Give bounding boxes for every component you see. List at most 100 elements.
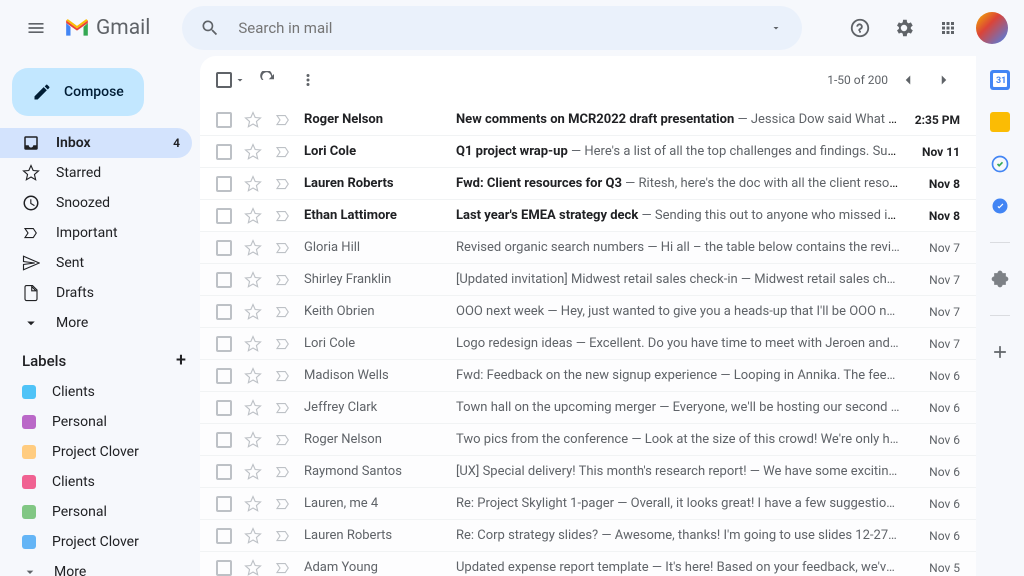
label-item[interactable]: Clients — [0, 377, 200, 407]
sidebar-item-drafts[interactable]: Drafts — [0, 278, 192, 308]
keep-icon[interactable] — [990, 112, 1010, 132]
sidebar-item-inbox[interactable]: Inbox4 — [0, 128, 192, 158]
star-icon[interactable] — [244, 431, 262, 449]
email-list: Roger Nelson New comments on MCR2022 dra… — [200, 104, 976, 576]
row-checkbox[interactable] — [216, 208, 232, 224]
label-item[interactable]: Personal — [0, 407, 200, 437]
star-icon[interactable] — [244, 271, 262, 289]
email-row[interactable]: Roger Nelson New comments on MCR2022 dra… — [200, 104, 976, 136]
star-icon[interactable] — [244, 495, 262, 513]
row-checkbox[interactable] — [216, 432, 232, 448]
star-icon[interactable] — [244, 559, 262, 576]
important-icon[interactable] — [274, 559, 292, 576]
row-checkbox[interactable] — [216, 176, 232, 192]
email-row[interactable]: Shirley Franklin [Updated invitation] Mi… — [200, 264, 976, 296]
important-icon[interactable] — [274, 143, 292, 161]
search-bar[interactable] — [182, 6, 802, 50]
more-actions-button[interactable] — [290, 62, 326, 98]
star-icon[interactable] — [244, 335, 262, 353]
addons-icon[interactable] — [990, 269, 1010, 289]
row-checkbox[interactable] — [216, 144, 232, 160]
row-checkbox[interactable] — [216, 560, 232, 576]
row-checkbox[interactable] — [216, 464, 232, 480]
row-checkbox[interactable] — [216, 240, 232, 256]
contacts-icon[interactable] — [990, 196, 1010, 216]
email-subject: Town hall on the upcoming merger — [456, 400, 656, 415]
prev-page-button[interactable] — [892, 64, 924, 96]
important-icon[interactable] — [274, 495, 292, 513]
tasks-icon[interactable] — [990, 154, 1010, 174]
email-row[interactable]: Lauren, me 4 Re: Project Skylight 1-page… — [200, 488, 976, 520]
label-item[interactable]: Personal — [0, 497, 200, 527]
email-row[interactable]: Adam Young Updated expense report templa… — [200, 552, 976, 576]
sidebar-item-sent[interactable]: Sent — [0, 248, 192, 278]
search-options-icon[interactable] — [758, 22, 794, 34]
star-icon[interactable] — [244, 463, 262, 481]
email-row[interactable]: Lauren Roberts Re: Corp strategy slides?… — [200, 520, 976, 552]
important-icon[interactable] — [274, 175, 292, 193]
search-input[interactable] — [238, 19, 758, 37]
gmail-logo[interactable]: Gmail — [64, 16, 150, 40]
important-icon[interactable] — [274, 239, 292, 257]
important-icon[interactable] — [274, 271, 292, 289]
label-item[interactable]: Clients — [0, 467, 200, 497]
star-icon[interactable] — [244, 175, 262, 193]
important-icon[interactable] — [274, 367, 292, 385]
email-row[interactable]: Raymond Santos [UX] Special delivery! Th… — [200, 456, 976, 488]
select-all-checkbox[interactable] — [216, 72, 246, 88]
star-icon[interactable] — [244, 207, 262, 225]
email-row[interactable]: Ethan Lattimore Last year's EMEA strateg… — [200, 200, 976, 232]
label-item[interactable]: Project Clover — [0, 437, 200, 467]
email-row[interactable]: Madison Wells Fwd: Feedback on the new s… — [200, 360, 976, 392]
important-icon[interactable] — [274, 111, 292, 129]
labels-header: Labels + — [0, 338, 200, 377]
star-icon[interactable] — [244, 111, 262, 129]
calendar-icon[interactable]: 31 — [990, 70, 1010, 90]
row-checkbox[interactable] — [216, 368, 232, 384]
email-row[interactable]: Lori Cole Q1 project wrap-up — Here's a … — [200, 136, 976, 168]
row-checkbox[interactable] — [216, 112, 232, 128]
important-icon[interactable] — [274, 303, 292, 321]
next-page-button[interactable] — [928, 64, 960, 96]
star-icon[interactable] — [244, 399, 262, 417]
menu-icon[interactable] — [16, 8, 56, 48]
sidebar-item-more[interactable]: More — [0, 308, 192, 338]
row-checkbox[interactable] — [216, 304, 232, 320]
email-row[interactable]: Roger Nelson Two pics from the conferenc… — [200, 424, 976, 456]
add-icon[interactable] — [990, 342, 1010, 362]
email-row[interactable]: Gloria Hill Revised organic search numbe… — [200, 232, 976, 264]
important-icon[interactable] — [274, 527, 292, 545]
labels-more[interactable]: More — [0, 557, 200, 576]
row-checkbox[interactable] — [216, 496, 232, 512]
email-row[interactable]: Keith Obrien OOO next week — Hey, just w… — [200, 296, 976, 328]
row-checkbox[interactable] — [216, 528, 232, 544]
star-icon[interactable] — [244, 367, 262, 385]
label-item[interactable]: Project Clover — [0, 527, 200, 557]
row-checkbox[interactable] — [216, 336, 232, 352]
star-icon[interactable] — [244, 143, 262, 161]
compose-button[interactable]: Compose — [12, 68, 144, 116]
important-icon[interactable] — [274, 463, 292, 481]
email-row[interactable]: Jeffrey Clark Town hall on the upcoming … — [200, 392, 976, 424]
sidebar-item-starred[interactable]: Starred — [0, 158, 192, 188]
search-icon[interactable] — [190, 8, 230, 48]
important-icon[interactable] — [274, 399, 292, 417]
star-icon[interactable] — [244, 303, 262, 321]
email-row[interactable]: Lori Cole Logo redesign ideas — Excellen… — [200, 328, 976, 360]
email-row[interactable]: Lauren Roberts Fwd: Client resources for… — [200, 168, 976, 200]
apps-icon[interactable] — [928, 8, 968, 48]
add-label-icon[interactable]: + — [176, 350, 186, 371]
star-icon[interactable] — [244, 527, 262, 545]
important-icon[interactable] — [274, 431, 292, 449]
star-icon[interactable] — [244, 239, 262, 257]
important-icon[interactable] — [274, 207, 292, 225]
refresh-button[interactable] — [250, 62, 286, 98]
row-checkbox[interactable] — [216, 272, 232, 288]
help-icon[interactable] — [840, 8, 880, 48]
sidebar-item-snoozed[interactable]: Snoozed — [0, 188, 192, 218]
account-avatar[interactable] — [976, 12, 1008, 44]
important-icon[interactable] — [274, 335, 292, 353]
sidebar-item-important[interactable]: Important — [0, 218, 192, 248]
settings-icon[interactable] — [884, 8, 924, 48]
row-checkbox[interactable] — [216, 400, 232, 416]
